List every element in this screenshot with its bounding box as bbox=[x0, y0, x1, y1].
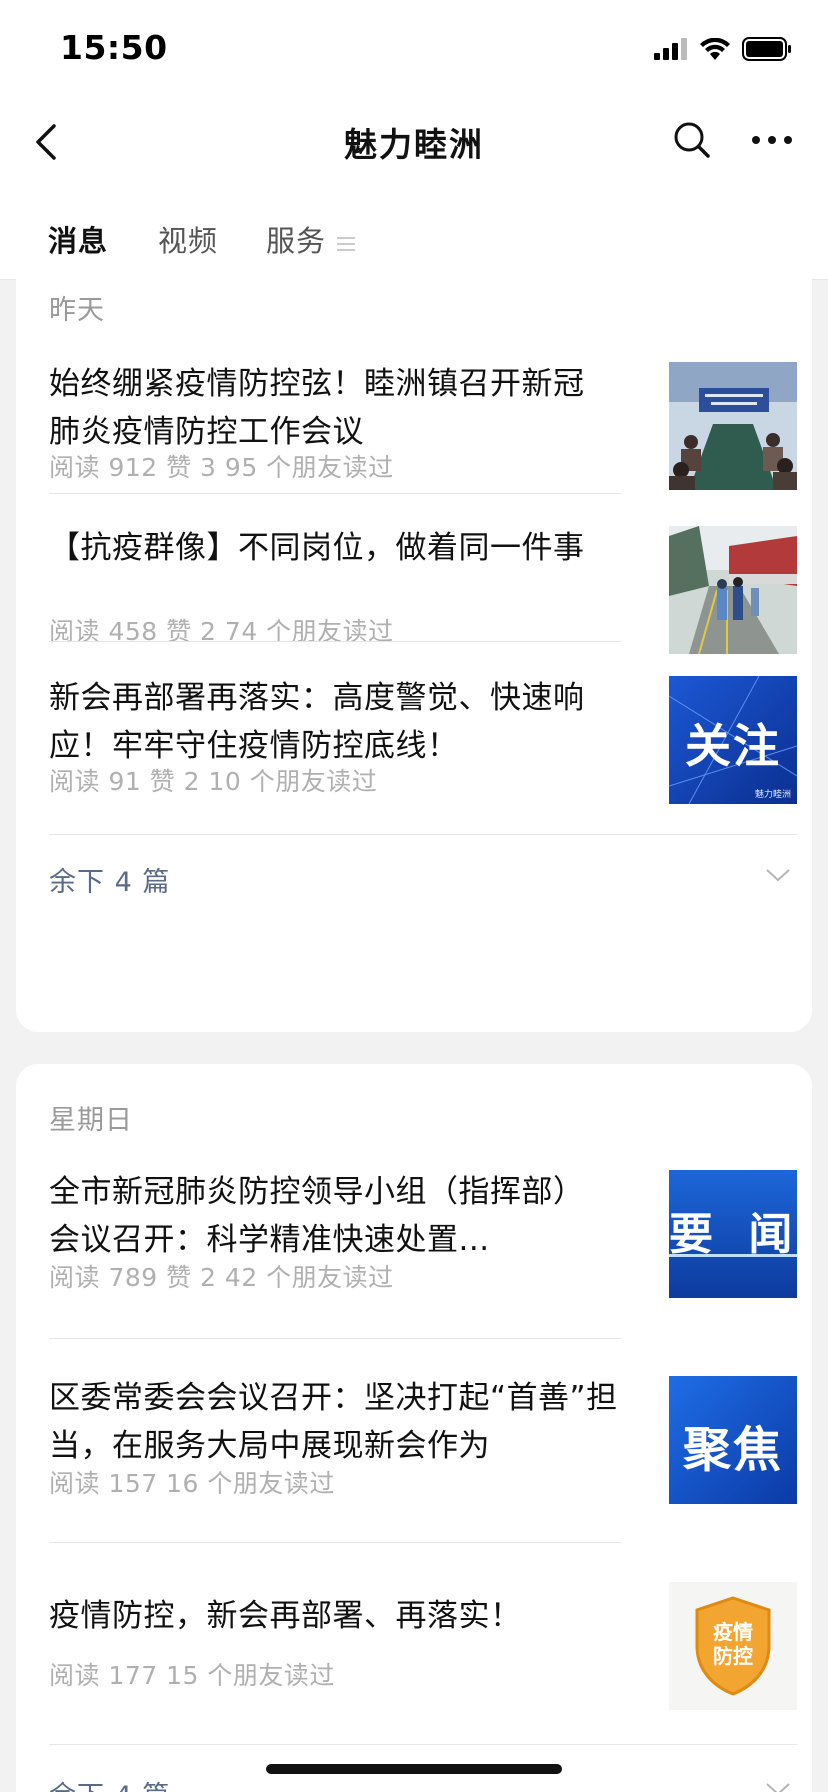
thumbnail-caption: 要 闻 bbox=[669, 1209, 797, 1260]
show-more-row[interactable]: 余下 4 篇 bbox=[49, 850, 797, 906]
message-group-card: 昨天 始终绷紧疫情防控弦！睦洲镇召开新冠肺炎疫情防控工作会议 阅读 912 赞 … bbox=[16, 268, 812, 1032]
thumbnail-caption: 关注 bbox=[685, 719, 781, 773]
more-options-button[interactable] bbox=[748, 118, 796, 162]
article-meta: 阅读 912 赞 3 95 个朋友读过 bbox=[49, 453, 394, 482]
article-meta: 阅读 157 16 个朋友读过 bbox=[49, 1469, 335, 1498]
chevron-down-icon bbox=[766, 869, 790, 882]
article-item[interactable]: 全市新冠肺炎防控领导小组（指挥部）会议召开：科学精准快速处置... 阅读 789… bbox=[49, 1168, 797, 1298]
article-title: 全市新冠肺炎防控领导小组（指挥部）会议召开：科学精准快速处置... bbox=[49, 1174, 585, 1258]
article-title: 疫情防控，新会再部署、再落实！ bbox=[49, 1598, 522, 1634]
thumbnail-caption: 疫情防控 bbox=[713, 1620, 753, 1668]
article-title: 新会再部署再落实：高度警觉、快速响应！牢牢守住疫情防控底线！ bbox=[49, 680, 585, 764]
article-item[interactable]: 始终绷紧疫情防控弦！睦洲镇召开新冠肺炎疫情防控工作会议 阅读 912 赞 3 9… bbox=[49, 360, 797, 490]
article-title: 始终绷紧疫情防控弦！睦洲镇召开新冠肺炎疫情防控工作会议 bbox=[49, 366, 585, 450]
article-title: 区委常委会会议召开：坚决打起“首善”担当，在服务大局中展现新会作为 bbox=[49, 1380, 618, 1464]
article-thumbnail bbox=[669, 362, 797, 490]
divider bbox=[49, 1542, 621, 1543]
article-title: 【抗疫群像】不同岗位，做着同一件事 bbox=[49, 530, 585, 566]
search-icon bbox=[674, 122, 710, 158]
article-meta: 阅读 789 赞 2 42 个朋友读过 bbox=[49, 1263, 394, 1292]
status-bar: 15:50 bbox=[0, 0, 828, 100]
day-label: 星期日 bbox=[49, 1105, 133, 1136]
divider bbox=[49, 1338, 621, 1339]
outdoor-queue-photo bbox=[669, 526, 797, 654]
article-item[interactable]: 疫情防控，新会再部署、再落实！ 阅读 177 15 个朋友读过 疫情防控 bbox=[49, 1580, 797, 1710]
article-meta: 阅读 177 15 个朋友读过 bbox=[49, 1661, 335, 1690]
home-indicator[interactable] bbox=[266, 1764, 562, 1774]
header: 魅力睦洲 消息 视频 服务 bbox=[0, 100, 828, 280]
thumbnail-caption: 聚焦 bbox=[682, 1422, 783, 1478]
divider bbox=[49, 641, 621, 642]
menu-icon[interactable] bbox=[336, 236, 356, 252]
article-item[interactable]: 【抗疫群像】不同岗位，做着同一件事 阅读 458 赞 2 74 个朋友读过 bbox=[49, 524, 797, 654]
divider bbox=[49, 493, 621, 494]
article-thumbnail bbox=[669, 526, 797, 654]
wifi-icon bbox=[700, 38, 730, 60]
tab-services[interactable]: 服务 bbox=[266, 218, 326, 260]
thumbnail-watermark: 魅力睦洲 bbox=[754, 790, 791, 800]
cellular-signal-icon bbox=[654, 38, 687, 60]
ellipsis-icon bbox=[752, 136, 792, 144]
divider bbox=[49, 834, 797, 835]
article-item[interactable]: 区委常委会会议召开：坚决打起“首善”担当，在服务大局中展现新会作为 阅读 157… bbox=[49, 1374, 797, 1504]
article-meta: 阅读 91 赞 2 10 个朋友读过 bbox=[49, 767, 378, 796]
tab-videos[interactable]: 视频 bbox=[158, 218, 218, 260]
battery-icon bbox=[742, 37, 791, 61]
chevron-down-icon bbox=[766, 1783, 790, 1792]
search-button[interactable] bbox=[670, 118, 714, 162]
show-more-label: 余下 4 篇 bbox=[49, 867, 171, 898]
tab-messages[interactable]: 消息 bbox=[48, 218, 108, 260]
show-more-label: 余下 4 篇 bbox=[49, 1774, 170, 1792]
meeting-photo bbox=[669, 362, 797, 490]
article-thumbnail: 疫情防控 bbox=[669, 1582, 797, 1710]
article-meta: 阅读 458 赞 2 74 个朋友读过 bbox=[49, 617, 394, 646]
status-icons bbox=[654, 34, 792, 64]
day-label: 昨天 bbox=[49, 295, 105, 326]
article-thumbnail: 要 闻 bbox=[669, 1170, 797, 1298]
article-thumbnail: 关注 魅力睦洲 bbox=[669, 676, 797, 804]
status-time: 15:50 bbox=[60, 28, 168, 67]
article-item[interactable]: 新会再部署再落实：高度警觉、快速响应！牢牢守住疫情防控底线！ 阅读 91 赞 2… bbox=[49, 674, 797, 804]
divider bbox=[49, 1744, 797, 1745]
article-thumbnail: 聚焦 bbox=[669, 1376, 797, 1504]
message-group-card: 星期日 全市新冠肺炎防控领导小组（指挥部）会议召开：科学精准快速处置... 阅读… bbox=[16, 1064, 812, 1792]
